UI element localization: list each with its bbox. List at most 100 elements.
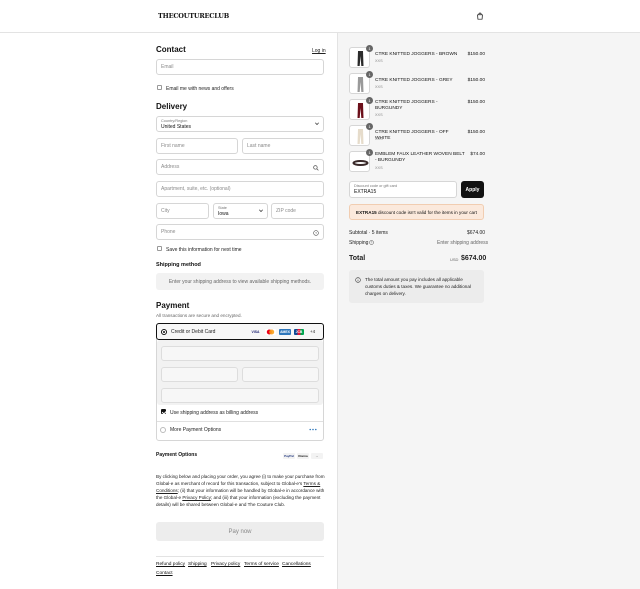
quantity-badge: 1 bbox=[366, 149, 373, 156]
terms-of-service-link[interactable]: Terms of service bbox=[244, 562, 279, 567]
shipping-link[interactable]: Shipping bbox=[188, 562, 207, 567]
shipping-method-notice: Enter your shipping address to view avai… bbox=[156, 273, 324, 290]
duties-note-line-1: The total amount you pay includes all ap… bbox=[365, 277, 463, 282]
email-placeholder: Email bbox=[161, 64, 174, 70]
more-payment-options-label[interactable]: More Payment Options bbox=[170, 427, 221, 433]
contact-link[interactable]: Contact bbox=[156, 571, 173, 576]
refund-policy-link[interactable]: Refund policy bbox=[156, 562, 185, 567]
shipping-label: Shipping bbox=[349, 240, 369, 246]
legal-line-4: the Global-e bbox=[156, 495, 183, 500]
duties-notice: The total amount you pay includes all ap… bbox=[349, 270, 484, 303]
delivery-heading: Delivery bbox=[156, 102, 188, 111]
quantity-badge: 1 bbox=[366, 97, 373, 104]
shipping-method-heading: Shipping method bbox=[156, 262, 201, 268]
cancellations-link[interactable]: Cancellations bbox=[282, 562, 311, 567]
paypal-badge: PayPal bbox=[283, 453, 295, 459]
privacy-policy-link[interactable]: Privacy policy bbox=[211, 562, 240, 567]
discount-error-text: discount code isn't valid for the items … bbox=[376, 209, 477, 215]
amex-icon: AMEX bbox=[279, 329, 291, 335]
pay-now-button[interactable]: Pay now bbox=[156, 522, 324, 541]
apply-discount-button[interactable]: Apply bbox=[461, 181, 484, 198]
apartment-placeholder: Apartment, suite, etc. (optional) bbox=[161, 186, 231, 192]
product-price: $150.00 bbox=[467, 78, 485, 83]
total-label: Total bbox=[349, 255, 366, 262]
billing-address-checkbox[interactable] bbox=[161, 409, 166, 414]
currency-code: USD bbox=[450, 257, 459, 262]
pay-now-label: Pay now bbox=[228, 528, 252, 535]
card-name-field[interactable] bbox=[161, 388, 319, 403]
login-link[interactable]: Log in bbox=[312, 48, 326, 54]
terms-link[interactable]: Terms & bbox=[303, 481, 320, 486]
contact-heading: Contact bbox=[156, 45, 186, 54]
payment-options-heading: Payment Options bbox=[156, 452, 198, 458]
product-price: $150.00 bbox=[467, 52, 485, 57]
country-select[interactable]: Country/Region United States bbox=[156, 116, 324, 132]
card-radio[interactable] bbox=[161, 329, 167, 335]
privacy-link[interactable]: Privacy Policy bbox=[182, 495, 211, 500]
product-name: CTRE KNITTED JOGGERS - GREY bbox=[375, 78, 453, 83]
klarna-badge: Klarna bbox=[297, 453, 309, 459]
apartment-field[interactable]: Apartment, suite, etc. (optional) bbox=[156, 181, 324, 197]
country-value: United States bbox=[161, 123, 192, 130]
card-option-label: Credit or Debit Card bbox=[171, 329, 216, 335]
more-options-badge: ... bbox=[311, 453, 323, 459]
info-icon[interactable]: ? bbox=[369, 240, 374, 245]
state-value: Iowa bbox=[218, 210, 229, 217]
cart-item: 1 CTRE KNITTED JOGGERS - OFF WHITE XXS $… bbox=[349, 123, 485, 147]
card-number-field[interactable] bbox=[161, 346, 319, 361]
product-price: $74.00 bbox=[470, 152, 485, 157]
more-payment-radio[interactable] bbox=[160, 427, 166, 433]
email-field[interactable]: Email bbox=[156, 59, 324, 75]
news-checkbox[interactable] bbox=[157, 85, 162, 90]
shopping-bag-icon[interactable] bbox=[476, 12, 484, 20]
discount-code-field[interactable]: Discount code or gift card EXTRA15 bbox=[349, 181, 457, 198]
news-label: Email me with news and offers bbox=[166, 86, 234, 92]
chevron-down-icon bbox=[259, 208, 263, 212]
payment-heading: Payment bbox=[156, 301, 190, 310]
header: THECOUTURECLUB bbox=[0, 0, 640, 33]
shipping-value: Enter shipping address bbox=[437, 240, 489, 246]
state-select[interactable]: State Iowa bbox=[213, 203, 268, 219]
discount-error-code: EXTRA15 bbox=[356, 209, 377, 215]
credit-card-option[interactable]: Credit or Debit Card VISA AMEX JCB +4 bbox=[156, 323, 324, 340]
duties-note-line-2: customs duties & taxes. We guarantee no … bbox=[365, 284, 471, 289]
cart-item: 1 CTRE KNITTED JOGGERS - BURGUNDY XXS $1… bbox=[349, 97, 485, 121]
product-size: XXS bbox=[375, 113, 383, 117]
product-size: XXS bbox=[375, 85, 383, 89]
legal-line-5: details) will be shared between Global-e… bbox=[156, 502, 286, 507]
legal-text: By clicking below and placing your order… bbox=[156, 473, 325, 508]
save-info-label: Save this information for next time bbox=[166, 247, 242, 253]
conditions-link[interactable]: Conditions bbox=[156, 488, 178, 493]
quantity-badge: 1 bbox=[366, 45, 373, 52]
zip-field[interactable]: ZIP code bbox=[271, 203, 324, 219]
jcb-icon: JCB bbox=[294, 329, 304, 335]
city-field[interactable]: City bbox=[156, 203, 209, 219]
address-placeholder: Address bbox=[161, 164, 180, 170]
subtotal-label: Subtotal · 5 items bbox=[349, 230, 388, 236]
store-logo[interactable]: THECOUTURECLUB bbox=[158, 12, 229, 20]
first-name-field[interactable]: First name bbox=[156, 138, 238, 154]
product-size: XXS bbox=[375, 137, 383, 141]
save-info-checkbox[interactable] bbox=[157, 246, 162, 251]
product-name: EMBLEM FAUX LEATHER WOVEN BELT - BURGUND… bbox=[375, 152, 465, 163]
visa-icon: VISA bbox=[251, 330, 260, 334]
card-expiry-field[interactable] bbox=[161, 367, 238, 382]
cart-item: 1 CTRE KNITTED JOGGERS - GREY XXS $150.0… bbox=[349, 71, 485, 95]
address-field[interactable]: Address bbox=[156, 159, 324, 175]
discount-error-banner: EXTRA15 discount code isn't valid for th… bbox=[349, 204, 484, 220]
legal-line-4b: ; and (iii) that your information (exclu… bbox=[210, 495, 321, 500]
payment-subtitle: All transactions are secure and encrypte… bbox=[156, 313, 242, 318]
zip-placeholder: ZIP code bbox=[276, 208, 296, 214]
cart-item: 1 EMBLEM FAUX LEATHER WOVEN BELT - BURGU… bbox=[349, 149, 485, 173]
chevron-down-icon bbox=[315, 121, 319, 125]
product-name: CTRE KNITTED JOGGERS - BURGUNDY bbox=[375, 100, 438, 111]
product-size: XXS bbox=[375, 166, 383, 170]
total-value: $674.00 bbox=[461, 255, 487, 262]
phone-placeholder: Phone bbox=[161, 229, 176, 235]
phone-field[interactable]: Phone ? bbox=[156, 224, 324, 240]
last-name-field[interactable]: Last name bbox=[242, 138, 324, 154]
help-icon[interactable]: ? bbox=[313, 230, 319, 236]
last-name-placeholder: Last name bbox=[247, 143, 271, 149]
card-cvv-field[interactable] bbox=[242, 367, 319, 382]
billing-address-label: Use shipping address as billing address bbox=[170, 410, 259, 416]
